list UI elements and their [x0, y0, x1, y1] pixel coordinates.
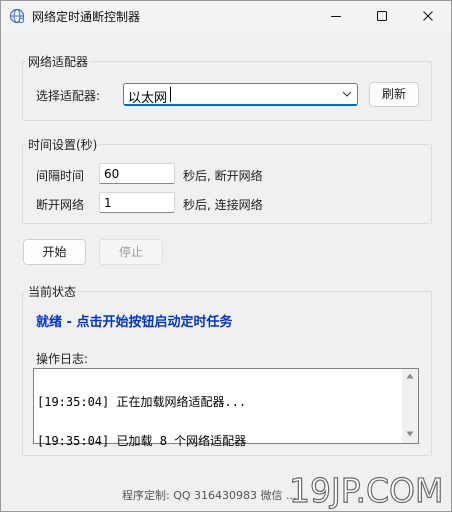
text-caret	[170, 87, 171, 102]
footer-text: 程序定制: QQ 316430983 微信 ...	[122, 489, 297, 502]
maximize-icon	[377, 11, 387, 21]
select-adapter-label: 选择适配器:	[36, 89, 101, 103]
log-label: 操作日志:	[36, 352, 89, 366]
log-lines: [19:35:04] 正在加载网络适配器... [19:35:04] 已加载 8…	[37, 370, 246, 474]
scroll-up-icon[interactable]	[406, 373, 414, 379]
watermark: 19JP.COM	[288, 470, 444, 510]
scroll-down-icon[interactable]	[406, 431, 414, 437]
stop-button[interactable]: 停止	[99, 239, 163, 265]
app-window: 网络定时通断控制器 网络适配器 选择适配器: 以太网 刷新 时间设置(秒) 间隔…	[0, 0, 452, 512]
adapter-group-legend: 网络适配器	[26, 53, 91, 70]
start-button[interactable]: 开始	[23, 239, 86, 265]
disconnect-input[interactable]: 1	[99, 192, 175, 213]
disconnect-label: 断开网络	[36, 198, 85, 212]
log-line: [19:35:04] 正在加载网络适配器...	[37, 395, 247, 409]
minimize-icon	[331, 16, 341, 17]
network-globe-icon	[9, 8, 25, 24]
adapter-select[interactable]: 以太网	[123, 83, 358, 106]
close-icon	[423, 11, 433, 21]
adapter-select-value: 以太网	[128, 91, 168, 106]
window-title: 网络定时通断控制器	[32, 10, 141, 24]
status-group-legend: 当前状态	[26, 283, 79, 300]
minimize-button[interactable]	[313, 1, 359, 31]
log-line: [19:35:04] 已加载 8 个网络适配器	[37, 434, 247, 448]
interval-label: 间隔时间	[36, 169, 85, 183]
interval-suffix: 秒后, 断开网络	[183, 169, 263, 183]
chevron-down-icon	[342, 91, 352, 97]
title-bar[interactable]: 网络定时通断控制器	[1, 1, 451, 31]
operation-log[interactable]: [19:35:04] 正在加载网络适配器... [19:35:04] 已加载 8…	[33, 368, 419, 448]
refresh-button[interactable]: 刷新	[369, 82, 419, 107]
time-settings-legend: 时间设置(秒)	[26, 136, 100, 153]
disconnect-suffix: 秒后, 连接网络	[183, 198, 263, 212]
interval-input[interactable]: 60	[99, 163, 175, 184]
status-text: 就绪 - 点击开始按钮启动定时任务	[36, 315, 233, 330]
maximize-button[interactable]	[359, 1, 405, 31]
log-scrollbar[interactable]	[402, 369, 418, 443]
close-button[interactable]	[405, 1, 451, 31]
